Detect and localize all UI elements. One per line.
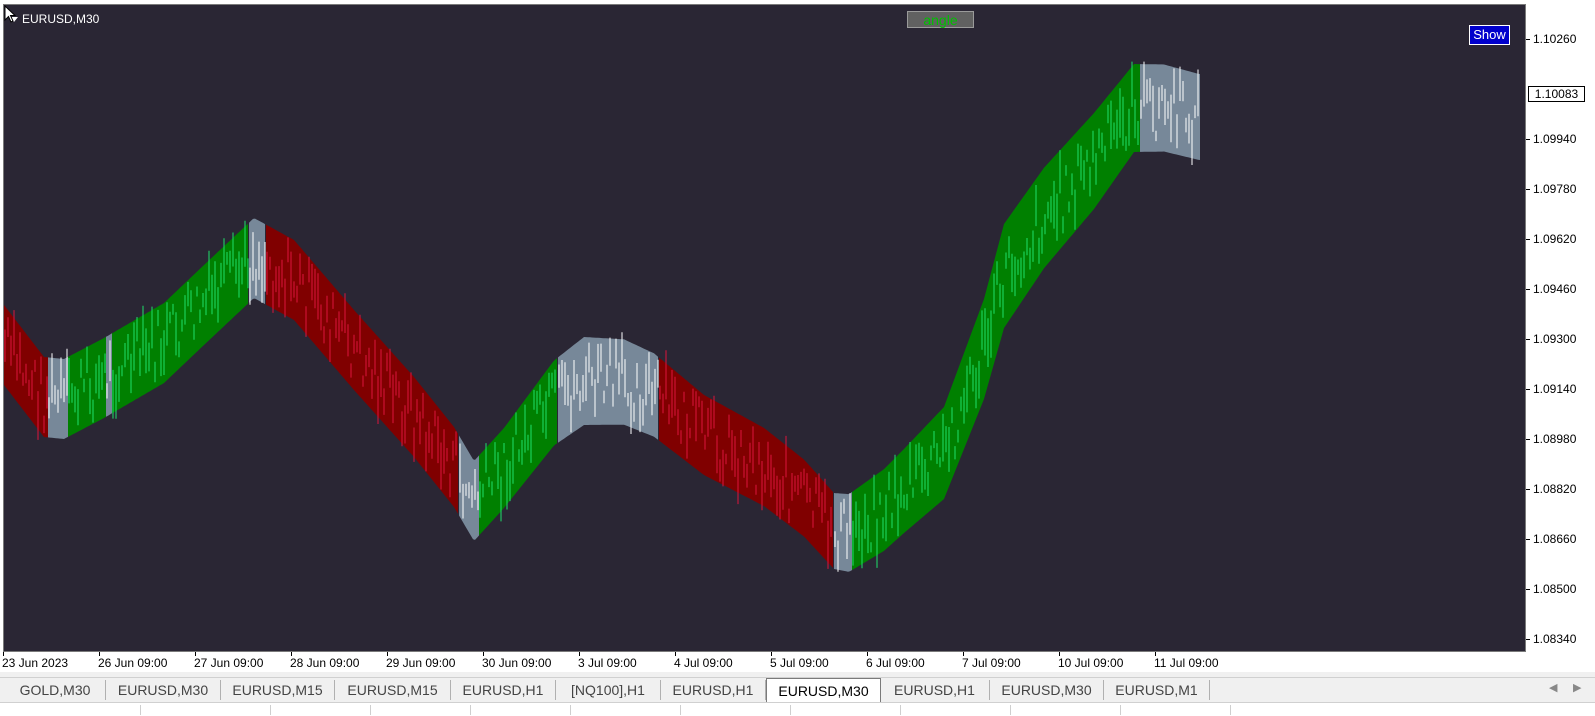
- price-tick: [1526, 589, 1530, 590]
- status-separator: [470, 705, 471, 715]
- time-label: 6 Jul 09:00: [866, 656, 925, 670]
- time-label: 5 Jul 09:00: [770, 656, 829, 670]
- status-separator: [270, 705, 271, 715]
- price-label: 1.08340: [1533, 632, 1577, 646]
- trend-band-segment: [106, 333, 112, 417]
- price-label: 1.08500: [1533, 582, 1577, 596]
- status-separator: [680, 705, 681, 715]
- chart-tab[interactable]: [NQ100],H1: [556, 680, 661, 700]
- time-label: 26 Jun 09:00: [98, 656, 168, 670]
- chart-tab[interactable]: EURUSD,M15: [335, 680, 451, 700]
- chart-plot-area[interactable]: EURUSD,M30 angle Show: [3, 4, 1526, 652]
- show-button[interactable]: Show: [1469, 25, 1510, 45]
- trend-band-segment: [558, 337, 658, 443]
- price-label: 1.09140: [1533, 382, 1577, 396]
- price-tick: [1526, 139, 1530, 140]
- price-label: 1.09620: [1533, 232, 1577, 246]
- trend-band-segment: [249, 218, 265, 305]
- chart-tab[interactable]: EURUSD,H1: [661, 680, 766, 700]
- status-separator: [900, 705, 901, 715]
- time-label: 28 Jun 09:00: [290, 656, 360, 670]
- chart-tab[interactable]: EURUSD,M1: [1104, 680, 1210, 700]
- symbol-label[interactable]: EURUSD,M30: [10, 12, 99, 26]
- trend-band-segment: [659, 357, 833, 568]
- price-tick: [1526, 539, 1530, 540]
- chart-window[interactable]: EURUSD,M30 angle Show 1.10260 1.09940 1.09…: [0, 0, 1595, 672]
- price-label: 1.10260: [1533, 32, 1577, 46]
- price-label: 1.09780: [1533, 182, 1577, 196]
- status-bar: [0, 702, 1595, 716]
- price-chart[interactable]: [4, 5, 1525, 651]
- chart-tab[interactable]: GOLD,M30: [5, 680, 106, 700]
- current-price-label: 1.10083: [1528, 86, 1585, 102]
- price-label: 1.08660: [1533, 532, 1577, 546]
- price-tick: [1526, 339, 1530, 340]
- price-tick: [1526, 439, 1530, 440]
- price-tick: [1526, 489, 1530, 490]
- price-label: 1.09940: [1533, 132, 1577, 146]
- status-separator: [790, 705, 791, 715]
- chart-tab-bar: ◀ ▶ GOLD,M30 EURUSD,M30 EURUSD,M15 EURUSD,M…: [0, 677, 1595, 703]
- price-label: 1.08820: [1533, 482, 1577, 496]
- price-tick: [1526, 39, 1530, 40]
- chart-tab[interactable]: EURUSD,H1: [880, 680, 990, 700]
- status-separator: [1230, 705, 1231, 715]
- symbol-text: EURUSD,M30: [22, 12, 100, 26]
- trend-band-segment: [834, 492, 852, 572]
- price-tick: [1526, 639, 1530, 640]
- trend-band-segment: [1140, 64, 1200, 160]
- price-label: 1.09460: [1533, 282, 1577, 296]
- chart-tab[interactable]: EURUSD,H1: [451, 680, 556, 700]
- status-separator: [1120, 705, 1121, 715]
- status-separator: [1010, 705, 1011, 715]
- price-label: 1.08980: [1533, 432, 1577, 446]
- status-separator: [140, 705, 141, 715]
- trend-band-segment: [266, 224, 458, 514]
- trend-band-segment: [479, 358, 557, 536]
- time-label: 23 Jun 2023: [2, 656, 69, 670]
- time-label: 4 Jul 09:00: [674, 656, 733, 670]
- price-label: 1.09300: [1533, 332, 1577, 346]
- time-label: 27 Jun 09:00: [194, 656, 264, 670]
- price-axis[interactable]: 1.10260 1.09940 1.09780 1.09620 1.09460 1.093…: [1526, 4, 1595, 652]
- chart-tab[interactable]: EURUSD,M30: [766, 678, 881, 703]
- time-label: 3 Jul 09:00: [578, 656, 637, 670]
- price-tick: [1526, 239, 1530, 240]
- status-separator: [370, 705, 371, 715]
- price-tick: [1526, 389, 1530, 390]
- time-label: 10 Jul 09:00: [1058, 656, 1124, 670]
- chart-tab[interactable]: EURUSD,M30: [106, 680, 221, 700]
- mouse-cursor-icon: [4, 5, 17, 23]
- angle-button[interactable]: angle: [907, 11, 974, 28]
- status-separator: [570, 705, 571, 715]
- chart-tab[interactable]: EURUSD,M30: [990, 680, 1104, 700]
- time-label: 11 Jul 09:00: [1154, 656, 1219, 670]
- scroll-right-icon[interactable]: ▶: [1573, 681, 1581, 694]
- time-label: 29 Jun 09:00: [386, 656, 456, 670]
- time-label: 7 Jul 09:00: [962, 656, 1021, 670]
- price-tick: [1526, 289, 1530, 290]
- price-tick: [1526, 189, 1530, 190]
- scroll-left-icon[interactable]: ◀: [1549, 681, 1557, 694]
- time-label: 30 Jun 09:00: [482, 656, 552, 670]
- time-axis[interactable]: 23 Jun 2023 26 Jun 09:00 27 Jun 09:00 28 Ju…: [0, 652, 1526, 672]
- trend-band-segment: [112, 223, 248, 414]
- chart-tab[interactable]: EURUSD,M15: [221, 680, 335, 700]
